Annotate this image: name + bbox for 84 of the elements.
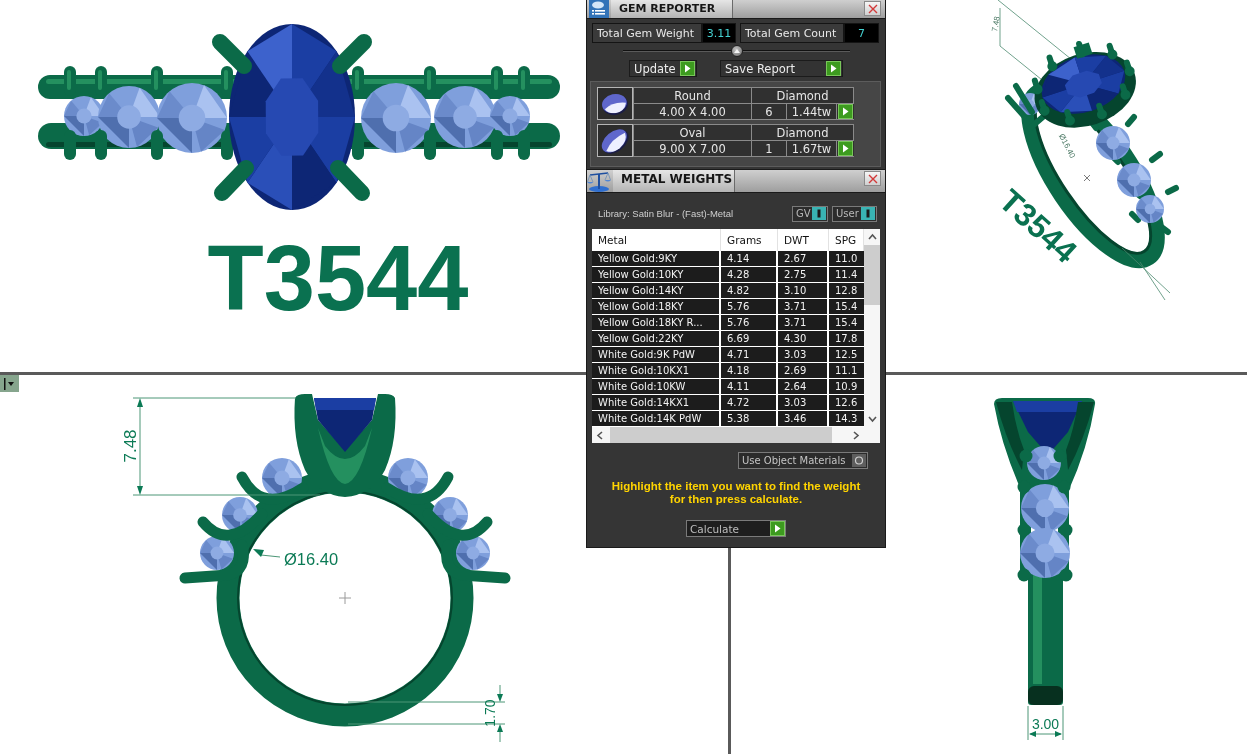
vertical-scrollbar[interactable] [864,229,880,427]
crosshair-icon [1083,174,1091,182]
dimension-label: 7.48 [990,15,1002,33]
table-cell-text: 10.9 [834,380,859,394]
horizontal-scrollbar[interactable] [592,427,880,443]
table-cell: 1.44tw [787,104,837,120]
dimension-label: 1.70 [482,699,498,727]
crosshair-icon [338,591,352,605]
library-label: Library: Satin Blur - (Fast)-Metal [598,208,734,219]
table-cell-text: 15.4 [834,300,859,314]
close-button[interactable] [864,171,881,186]
table-row[interactable]: White Gold:10KW 4.11 2.64 10.9 [592,379,864,395]
table-cell-text: 14.3 [834,412,859,426]
table-row[interactable]: Yellow Gold:22KY 6.69 4.30 17.8 [592,331,864,347]
play-icon [680,61,695,76]
scrollbar-thumb[interactable] [610,427,832,443]
table-cell-text: 12.8 [834,284,859,298]
table-cell: 6 [752,104,787,120]
scroll-left-icon[interactable] [595,430,605,440]
toggle-button[interactable]: GV [792,205,828,222]
table-cell: 9.00 X 7.00 [634,141,752,157]
table-row[interactable]: White Gold:9K PdW 4.71 3.03 12.5 [592,347,864,363]
table-row[interactable]: Yellow Gold:18KY R... 5.76 3.71 15.4 [592,315,864,331]
model-number-label: T3544 [207,227,469,329]
hint-text: Highlight the item you want to find the weight for then press calculate. [610,480,862,506]
gem-icon [597,124,633,157]
table-cell: Diamond [752,125,854,141]
table-cell-text: 17.8 [834,332,859,346]
close-icon [867,173,878,184]
play-icon [826,61,841,76]
calculate-button[interactable]: Calculate [686,520,786,537]
close-icon [867,3,878,14]
table-cell: 1 [752,141,787,157]
table-cell: 4.00 X 4.00 [634,104,752,120]
table-cell: Diamond [752,88,854,104]
dropdown-caret-icon [4,377,15,390]
total-value: 7 [844,23,879,43]
scrollbar-thumb[interactable] [864,245,880,305]
table-cell-text: 12.6 [834,396,859,410]
table-cell-text: 11.4 [834,268,859,282]
table-row[interactable]: White Gold:10KX1 4.18 2.69 11.1 [592,363,864,379]
table-row[interactable]: White Gold:14KX1 4.72 3.03 12.6 [592,395,864,411]
report-icon [589,0,609,18]
gem-icon [597,87,633,120]
close-button[interactable] [864,1,881,16]
table-cell-text: 12.5 [834,348,859,362]
total-value: 3.11 [702,23,736,43]
scroll-right-icon[interactable] [851,430,861,440]
collapse-button[interactable] [730,45,743,57]
dimension-line [1027,705,1064,741]
table-row[interactable]: White Gold:14K PdW 5.38 3.46 14.3 [592,411,864,427]
details-button[interactable] [837,141,854,157]
panel-title: GEM REPORTER [611,0,733,18]
dimension-label: 3.00 [1031,716,1060,732]
scroll-up-icon[interactable] [867,232,877,242]
scroll-down-icon[interactable] [867,414,877,424]
details-button[interactable] [837,104,854,120]
dimension-label: Ø16.40 [284,550,339,568]
leader-line [253,549,281,558]
table-cell-text: 11.0 [834,252,859,266]
table-row[interactable]: Yellow Gold:18KY 5.76 3.71 15.4 [592,299,864,315]
save-report-button[interactable]: Save Report [720,60,843,77]
dimension-label: 7.48 [120,429,140,463]
table-cell-text: 15.4 [834,316,859,330]
caret-up-icon [733,49,740,53]
toggle-button[interactable]: User [832,205,877,222]
table-row[interactable]: Yellow Gold:10KY 4.28 2.75 11.4 [592,267,864,283]
update-button[interactable]: Update [629,60,697,77]
play-icon [770,521,785,536]
use-object-materials-toggle[interactable]: Use Object Materials [738,452,868,469]
play-icon [838,141,853,156]
total-label: Total Gem Weight [592,23,702,43]
total-label: Total Gem Count [740,23,844,43]
play-icon [838,104,853,119]
table-row[interactable]: Yellow Gold:14KY 4.82 3.10 12.8 [592,283,864,299]
table-cell: Oval [634,125,752,141]
table-cell-text: 11.1 [834,364,859,378]
dimension-line [1121,247,1171,301]
view-menu-button[interactable] [0,375,19,392]
table-cell: Round [634,88,752,104]
table-row[interactable]: Yellow Gold:9KY 4.14 2.67 11.0 [592,251,864,267]
scale-icon [587,170,611,192]
panel-title: METAL WEIGHTS [613,170,735,192]
table-cell: 1.67tw [787,141,837,157]
